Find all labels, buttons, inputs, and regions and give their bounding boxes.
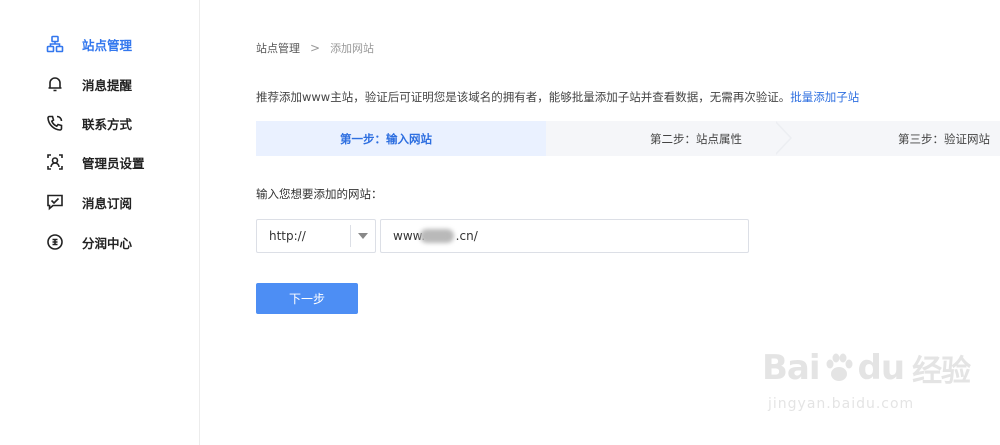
intro-description: 推荐添加www主站，验证后可证明您是该域名的拥有者，能够批量添加子站并查看数据，… (256, 90, 791, 104)
breadcrumb-current: 添加网站 (330, 42, 375, 55)
watermark-url: jingyan.baidu.com (768, 396, 915, 412)
step-1-arrow (530, 121, 546, 155)
protocol-select[interactable]: http:// (256, 219, 376, 253)
sidebar-item-message-subscription[interactable]: 消息订阅 (46, 192, 132, 212)
sitemap-icon (46, 35, 64, 53)
phone-icon (46, 114, 64, 132)
sidebar-item-label: 站点管理 (82, 37, 133, 53)
step-2-arrow (774, 121, 790, 155)
sidebar-item-label: 分润中心 (82, 235, 133, 251)
watermark-brand-left: Bai (762, 348, 821, 388)
baidu-jingyan-watermark: Bai du 经验 jingyan.baidu.com (762, 338, 992, 428)
protocol-value: http:// (269, 229, 306, 243)
paw-icon (822, 351, 856, 385)
step-3: 第三步：验证网站 (856, 121, 1000, 156)
sidebar-item-message-reminder[interactable]: 消息提醒 (46, 74, 132, 94)
url-prompt-label: 输入您想要添加的网站： (256, 187, 383, 201)
sidebar-item-profit-center[interactable]: 分润中心 (46, 232, 132, 252)
breadcrumb-parent-link[interactable]: 站点管理 (256, 40, 300, 56)
watermark-brand-right: du (857, 348, 906, 388)
step-1: 第一步：输入网站 (256, 121, 546, 156)
bell-icon (46, 75, 64, 93)
coin-icon (46, 233, 64, 251)
caret-down-icon[interactable] (351, 220, 375, 252)
sidebar-item-admin-settings[interactable]: 管理员设置 (46, 152, 145, 172)
step-indicator: 第一步：输入网站 第二步：站点属性 第三步：验证网站 (256, 121, 1000, 156)
sidebar-item-label: 管理员设置 (82, 155, 145, 171)
sidebar-item-site-management[interactable]: 站点管理 (46, 34, 132, 54)
sidebar: 站点管理 消息提醒 联系方式 管理员设置 消息订阅 分润中心 (0, 0, 200, 445)
message-check-icon (46, 193, 64, 211)
step-2-label: 第二步：站点属性 (650, 131, 742, 146)
intro-text: 推荐添加www主站，验证后可证明您是该域名的拥有者，能够批量添加子站并查看数据，… (256, 89, 859, 105)
breadcrumb-separator: > (310, 41, 321, 55)
watermark-brand-cn: 经验 (912, 354, 971, 389)
sidebar-item-contact[interactable]: 联系方式 (46, 113, 132, 133)
step-1-label: 第一步：输入网站 (340, 131, 432, 146)
sidebar-item-label: 消息订阅 (82, 195, 133, 211)
website-url-input[interactable] (380, 219, 749, 253)
breadcrumb: 站点管理 > 添加网站 (256, 40, 374, 56)
sidebar-item-label: 消息提醒 (82, 77, 133, 93)
step-3-label: 第三步：验证网站 (898, 131, 990, 146)
watermark-brand: Bai du 经验 (762, 346, 971, 390)
sidebar-item-label: 联系方式 (82, 116, 133, 132)
admin-user-icon (46, 153, 64, 171)
batch-add-subsites-link[interactable]: 批量添加子站 (790, 90, 859, 104)
next-step-button[interactable]: 下一步 (256, 283, 358, 314)
